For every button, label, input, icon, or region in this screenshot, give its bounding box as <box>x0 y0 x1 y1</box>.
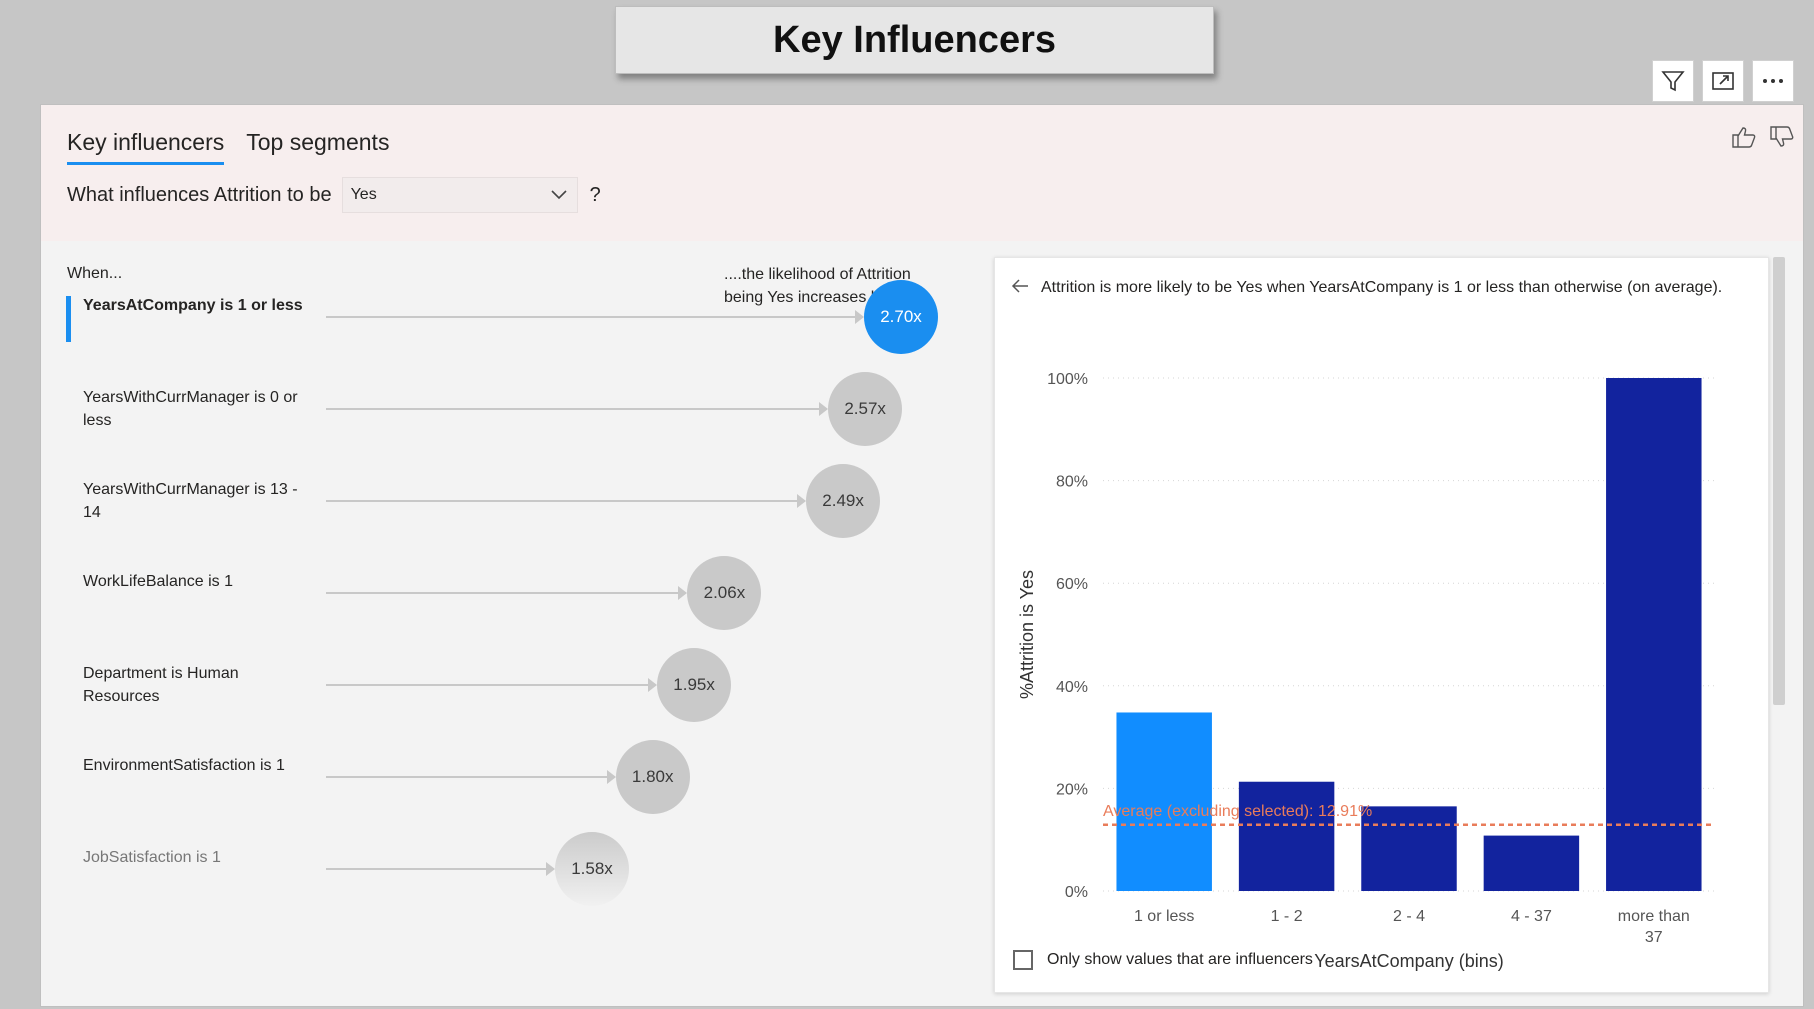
x-tick-label: 1 or less <box>1134 908 1194 925</box>
influence-bubble[interactable]: 2.70x <box>864 280 938 354</box>
arrowhead-icon <box>797 494 807 508</box>
influencer-connector-line <box>326 684 649 686</box>
x-tick-label: 4 - 37 <box>1511 908 1552 925</box>
influencer-label: YearsWithCurrManager is 0 or less <box>83 389 298 429</box>
influence-bubble[interactable]: 1.80x <box>615 740 690 814</box>
influencer-label: WorkLifeBalance is 1 <box>83 573 233 590</box>
influencer-connector-line <box>326 776 607 778</box>
influence-bubble[interactable]: 2.57x <box>828 372 903 446</box>
arrowhead-icon <box>606 770 616 784</box>
arrowhead-icon <box>855 310 864 324</box>
arrowhead-icon <box>819 402 829 416</box>
y-tick-label: 0% <box>1065 884 1088 901</box>
tab-top-segments[interactable]: Top segments <box>246 129 389 165</box>
influencer-row[interactable]: EnvironmentSatisfaction is 1 1.80x <box>41 740 1001 822</box>
x-tick-label: 1 - 2 <box>1271 908 1303 925</box>
feedback-buttons <box>1731 125 1795 154</box>
bar[interactable] <box>1238 781 1335 891</box>
influencer-label: YearsWithCurrManager is 13 - 14 <box>83 481 298 521</box>
selected-indicator <box>66 296 71 342</box>
only-influencers-option: Only show values that are influencers <box>1013 950 1313 970</box>
page-title: Key Influencers <box>615 6 1214 74</box>
only-influencers-label: Only show values that are influencers <box>1047 951 1313 968</box>
bar[interactable] <box>1361 806 1457 891</box>
influencer-label: Department is Human Resources <box>83 665 239 705</box>
focus-mode-icon[interactable] <box>1702 60 1744 102</box>
arrowhead-icon <box>546 862 555 876</box>
influencer-connector-line <box>326 868 546 870</box>
question-row: What influences Attrition to be Yes ? <box>67 177 601 213</box>
y-tick-label: 100% <box>1047 371 1088 388</box>
influencer-connector-line <box>326 500 798 502</box>
only-influencers-checkbox[interactable] <box>1013 950 1033 970</box>
influencer-connector-line <box>326 592 679 594</box>
influence-bubble[interactable]: 1.95x <box>657 648 732 722</box>
when-column-header: When... <box>67 265 123 282</box>
more-options-icon[interactable] <box>1752 60 1794 102</box>
dropdown-selected-value: Yes <box>350 186 377 203</box>
tab-bar: Key influencers Top segments <box>67 129 389 165</box>
thumbs-down-icon[interactable] <box>1769 125 1795 154</box>
question-mark: ? <box>589 183 601 206</box>
influence-bubble[interactable]: 2.49x <box>806 464 881 538</box>
attrition-bar-chart: 0% 20% 40% 60% 80% 100% 1 or less 1 - 2 2 - 4 4 -… <box>1017 371 1715 971</box>
influencer-connector-line <box>326 316 855 318</box>
influencer-label: EnvironmentSatisfaction is 1 <box>83 757 285 774</box>
influencer-detail-panel: Attrition is more likely to be Yes when … <box>994 257 1769 993</box>
detail-scrollbar[interactable] <box>1773 257 1785 705</box>
influence-bubble[interactable]: 1.58x <box>555 832 629 906</box>
question-label: What influences Attrition to be <box>67 183 332 206</box>
visual-header <box>1652 60 1794 102</box>
influencer-row[interactable]: WorkLifeBalance is 1 2.06x <box>41 556 1001 638</box>
attrition-value-dropdown[interactable]: Yes <box>341 177 578 213</box>
influence-bubble[interactable]: 2.06x <box>687 556 762 630</box>
influencer-row[interactable]: YearsAtCompany is 1 or less 2.70x <box>41 280 1001 362</box>
x-tick-label: more than 37 <box>1618 908 1690 946</box>
x-axis-title: YearsAtCompany (bins) <box>1314 951 1503 971</box>
chevron-down-icon <box>551 188 567 206</box>
y-tick-label: 40% <box>1056 679 1088 696</box>
influencer-row[interactable]: YearsWithCurrManager is 13 - 14 2.49x <box>41 464 1001 546</box>
influencer-label: JobSatisfaction is 1 <box>83 849 221 866</box>
thumbs-up-icon[interactable] <box>1731 125 1757 154</box>
x-tick-label: 2 - 4 <box>1393 908 1425 925</box>
influencer-connector-line <box>326 408 820 410</box>
y-tick-label: 80% <box>1056 474 1088 491</box>
bar[interactable] <box>1116 712 1212 891</box>
influencer-label: YearsAtCompany is 1 or less <box>83 297 303 314</box>
y-tick-label: 60% <box>1056 576 1088 593</box>
bar[interactable] <box>1606 378 1702 891</box>
arrowhead-icon <box>648 678 658 692</box>
key-influencers-visual: Key influencers Top segments What influe… <box>40 104 1804 1007</box>
influencer-row[interactable]: JobSatisfaction is 1 1.58x <box>41 832 1001 914</box>
y-tick-label: 20% <box>1056 781 1088 798</box>
y-axis-title: %Attrition is Yes <box>1017 570 1037 699</box>
average-label: Average (excluding selected): 12.91% <box>1103 803 1372 820</box>
filter-icon[interactable] <box>1652 60 1694 102</box>
header-band <box>41 105 1803 241</box>
influencer-row[interactable]: YearsWithCurrManager is 0 or less 2.57x <box>41 372 1001 454</box>
bar[interactable] <box>1483 835 1580 891</box>
tab-key-influencers[interactable]: Key influencers <box>67 129 225 165</box>
arrowhead-icon <box>678 586 688 600</box>
influencer-row[interactable]: Department is Human Resources 1.95x <box>41 648 1001 730</box>
